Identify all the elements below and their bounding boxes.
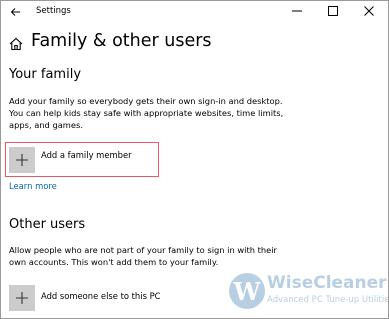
add-family-member-button[interactable] [9, 147, 35, 173]
wisecleaner-watermark: W WiseCleaner Advanced PC Tune-up Utilit… [229, 273, 389, 313]
home-icon [8, 36, 24, 52]
plus-icon [16, 154, 28, 166]
add-family-member-label[interactable]: Add a family member [41, 150, 132, 160]
close-icon [364, 6, 374, 16]
watermark-tagline: Advanced PC Tune-up Utilities [267, 295, 389, 305]
back-arrow-icon [10, 8, 20, 16]
watermark-name: WiseCleaner [267, 273, 387, 293]
your-family-heading: Your family [9, 67, 82, 82]
your-family-description: Add your family so everybody gets their … [9, 96, 284, 130]
add-someone-else-label[interactable]: Add someone else to this PC [41, 291, 161, 301]
learn-more-link[interactable]: Learn more [9, 181, 57, 191]
title-bar: Settings [1, 1, 388, 25]
other-users-description: Allow people who are not part of your fa… [9, 245, 277, 267]
back-button[interactable] [7, 3, 25, 21]
wisecleaner-logo: W [229, 273, 265, 309]
maximize-icon [328, 6, 338, 16]
maximize-button[interactable] [315, 1, 351, 21]
app-title: Settings [36, 6, 71, 16]
close-button[interactable] [351, 1, 387, 21]
settings-window: Settings Family & other users Your famil… [0, 0, 389, 319]
other-users-heading: Other users [9, 217, 86, 232]
minimize-button[interactable] [279, 1, 315, 21]
plus-icon [16, 292, 28, 304]
logo-letter: W [233, 277, 261, 306]
page-title: Family & other users [31, 31, 212, 51]
add-someone-else-button[interactable] [9, 285, 35, 311]
minimize-icon [292, 10, 302, 12]
